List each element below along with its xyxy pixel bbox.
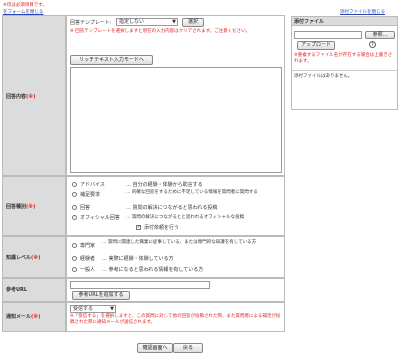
back-button[interactable]: 戻る: [173, 343, 203, 353]
chevron-down-icon: ▼: [110, 306, 114, 312]
close-attachment-link[interactable]: 添付ファイルを閉じる: [340, 9, 385, 15]
attachment-empty-text: 添付ファイルはありません。: [294, 74, 353, 79]
knowledge-radio-expert[interactable]: [72, 243, 77, 248]
notify-selected-value: 受信する: [73, 306, 94, 312]
type-option-desc: … 質問の解決につながるとと思われるオフィシャルな投稿: [126, 215, 245, 220]
type-radio-official[interactable]: [72, 215, 77, 220]
type-option-name: 補足要求: [80, 192, 101, 198]
ref-url-label: 参考URL: [6, 287, 28, 293]
add-ref-url-button[interactable]: 参考URLを追加する: [72, 291, 130, 300]
template-select-button[interactable]: 選択: [182, 18, 204, 27]
type-label: 回答種別(※): [6, 204, 36, 210]
type-radio-advice[interactable]: [72, 182, 77, 187]
answer-label: 回答内容(※): [6, 94, 36, 100]
knowledge-option-name: 一般人: [80, 267, 96, 273]
notify-select[interactable]: 受信する ▼: [70, 305, 116, 313]
knowledge-option-name: 専門家: [80, 243, 96, 249]
knowledge-option-desc: … 実際に経験・体験している方: [102, 256, 174, 262]
knowledge-label: 知識レベル(※): [6, 255, 41, 261]
type-option-name: 回答: [80, 205, 91, 211]
attachment-file-input[interactable]: [294, 31, 362, 39]
attachment-note: ※重複するファイル名が存在する場合は上書きされます。: [294, 53, 393, 64]
upload-button[interactable]: アップロード: [297, 41, 335, 50]
required-note: ※印は必須項目です。: [3, 3, 47, 8]
attach-request-label: 添付依頼を行う: [144, 225, 180, 231]
template-select[interactable]: 指定しない ▼: [116, 18, 178, 26]
knowledge-radio-experienced[interactable]: [72, 256, 77, 261]
help-icon[interactable]: ?: [369, 41, 376, 48]
browse-button[interactable]: 参照...: [365, 31, 395, 39]
type-option-name: アドバイス: [80, 182, 105, 188]
type-option-desc: … 的確な回答をするために不足している情報を質問者に質問する: [126, 190, 258, 195]
attach-request-checkbox[interactable]: ✓: [136, 225, 141, 230]
notify-label: 通知メール(※): [6, 314, 41, 320]
confirm-button[interactable]: 確認画面へ: [137, 343, 173, 353]
type-option-name: オフィシャル回答: [80, 215, 120, 221]
type-option-desc: … 質問の解決につながると思われる投稿: [126, 205, 218, 211]
attachment-title: 添付ファイル: [294, 19, 325, 25]
type-radio-answer[interactable]: [72, 205, 77, 210]
knowledge-option-desc: … 参考になると思われる情報を有している方: [102, 267, 204, 273]
answer-textarea[interactable]: [70, 67, 282, 173]
type-option-desc: … 自分の経験・体験から助言する: [126, 182, 203, 188]
richtext-mode-button[interactable]: リッチテキスト入力モードへ: [70, 55, 153, 65]
template-warning: ※ 回答テンプレートを選択しますと現在の入力内容はクリアされます。ご注意ください…: [70, 29, 251, 34]
ref-url-input[interactable]: [70, 281, 210, 289]
attachment-divider: [291, 70, 398, 71]
knowledge-option-name: 経験者: [80, 256, 96, 262]
help-icon-glyph: ?: [371, 42, 374, 48]
template-label: 回答テンプレート:: [70, 20, 112, 26]
knowledge-radio-general[interactable]: [72, 267, 77, 272]
template-selected-value: 指定しない: [119, 19, 145, 25]
chevron-down-icon: ▼: [172, 19, 176, 25]
knowledge-option-desc: … 質問に関連した職業に従事している、または専門的な知識を有している方: [102, 240, 257, 245]
notify-note: ※「受信する」を選択しますと、この質問に対して他の回答が投稿された際、また質問者…: [70, 314, 281, 325]
type-radio-supplement[interactable]: [72, 192, 77, 197]
